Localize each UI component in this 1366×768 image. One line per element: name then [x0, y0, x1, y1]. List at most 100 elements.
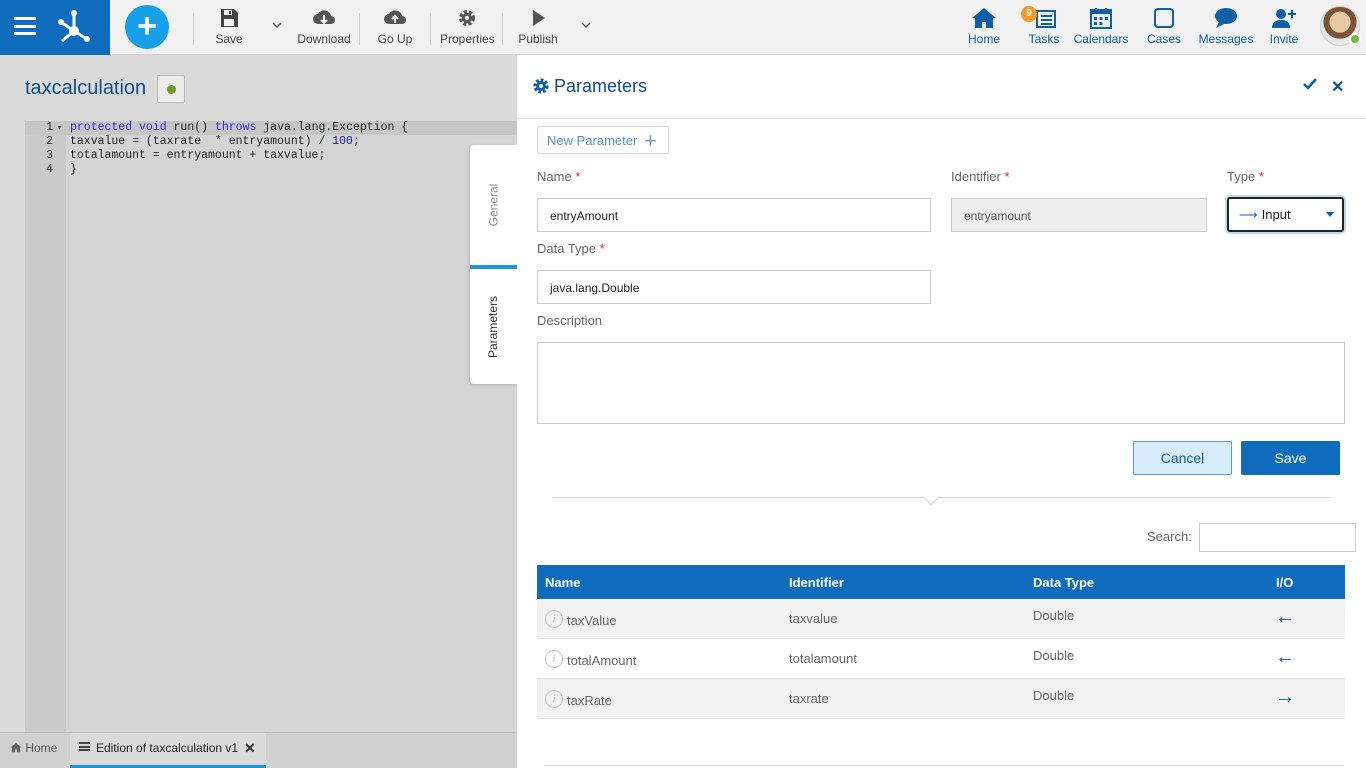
nav-invite[interactable]: Invite — [1266, 7, 1302, 46]
description-textarea[interactable] — [537, 342, 1345, 424]
bottom-tab-edition-label: Edition of taxcalculation v1 — [96, 741, 239, 755]
goup-tool-label: Go Up — [377, 32, 413, 46]
divider-notch — [922, 488, 940, 506]
row-datatype: Double — [1033, 608, 1075, 623]
info-icon[interactable]: i — [545, 610, 563, 628]
tab-general[interactable]: General — [470, 145, 517, 265]
download-tool-button[interactable]: Download — [297, 8, 351, 46]
chat-icon — [1215, 8, 1237, 28]
toolbar-separator — [502, 13, 503, 45]
check-icon[interactable] — [1303, 77, 1317, 91]
close-icon[interactable]: ✕ — [1331, 77, 1344, 97]
online-status-dot — [1349, 33, 1361, 45]
info-icon[interactable]: i — [545, 690, 563, 708]
panel-title: Parameters — [554, 76, 648, 96]
code-line[interactable]: 4} — [25, 163, 517, 177]
panel-divider — [517, 118, 1366, 119]
type-select[interactable]: ⟶ Input — [1227, 197, 1344, 232]
bottom-tab-home[interactable]: Home — [10, 741, 57, 755]
nav-tasks[interactable]: 9 Tasks — [1021, 6, 1062, 46]
menu-block — [0, 0, 110, 55]
arrow-right-icon: ⟶ — [1239, 207, 1258, 222]
fold-caret-icon[interactable]: ▾ — [53, 122, 66, 136]
table-row[interactable]: i taxValue taxvalue Double ← — [537, 599, 1345, 639]
panel-bottom-rule — [544, 765, 1344, 766]
line-number: 2 — [46, 135, 53, 148]
row-name: taxRate — [567, 693, 612, 708]
cancel-button[interactable]: Cancel — [1133, 441, 1232, 475]
nav-tasks-label: Tasks — [1028, 32, 1060, 46]
toolbar-separator — [359, 13, 360, 45]
line-number: 1 — [46, 121, 53, 134]
cloud-upload-icon — [384, 10, 406, 24]
page-title: taxcalculation — [25, 77, 147, 99]
nav-messages[interactable]: Messages — [1198, 7, 1254, 46]
nav-calendars[interactable]: Calendars — [1073, 7, 1129, 46]
name-field[interactable]: entryAmount — [537, 198, 931, 232]
tab-parameters-label: Parameters — [486, 295, 501, 358]
table-row[interactable]: i totalAmount totalamount Double ← — [537, 639, 1345, 679]
row-io-icon: → — [1275, 686, 1295, 708]
row-identifier: taxvalue — [789, 611, 838, 626]
properties-tool-button[interactable]: Properties — [440, 8, 495, 46]
gear-icon — [533, 78, 549, 94]
table-header: Name Identifier Data Type I/O — [537, 565, 1345, 599]
save-button[interactable]: Save — [1241, 441, 1340, 475]
tab-general-label: General — [486, 183, 501, 227]
bottom-tab-home-label: Home — [25, 741, 58, 755]
bottom-tab-edition[interactable]: Edition of taxcalculation v1 ✕ — [70, 733, 266, 768]
floppy-icon — [221, 9, 238, 27]
table-row[interactable]: i taxRate taxrate Double → — [537, 679, 1345, 719]
bottom-tab-bar: Home Edition of taxcalculation v1 ✕ — [0, 732, 517, 768]
tab-parameters[interactable]: Parameters — [470, 265, 517, 384]
save-tool-button[interactable]: Save — [214, 8, 244, 46]
chevron-down-icon[interactable] — [581, 21, 591, 29]
row-datatype: Double — [1033, 648, 1075, 663]
column-header-identifier[interactable]: Identifier — [789, 575, 844, 590]
code-editor[interactable]: 1 ▾ protected void run() throws java.lang.… — [25, 121, 517, 735]
code-line[interactable]: 3 totalamount = entryamount + taxvalue; — [25, 149, 517, 163]
row-identifier: taxrate — [789, 691, 829, 706]
search-input[interactable] — [1199, 523, 1356, 552]
status-button[interactable] — [157, 75, 185, 103]
tasks-badge: 9 — [1021, 6, 1037, 22]
plus-icon: + — [644, 128, 657, 153]
nav-cases[interactable]: Cases — [1145, 7, 1183, 46]
row-io-icon: ← — [1275, 646, 1295, 668]
list-icon — [79, 742, 90, 751]
row-io-icon: ← — [1275, 606, 1295, 628]
status-dot-icon — [167, 85, 176, 94]
download-tool-label: Download — [297, 32, 351, 46]
code-text: taxvalue = (taxrate * entryamount) / 100… — [70, 135, 360, 148]
add-button[interactable]: + — [125, 5, 169, 49]
nav-home[interactable]: Home — [966, 7, 1002, 46]
new-parameter-label: New Parameter — [547, 133, 638, 148]
nav-invite-label: Invite — [1269, 32, 1299, 46]
row-name: taxValue — [567, 613, 617, 628]
code-text: totalamount = entryamount + taxvalue; — [70, 149, 326, 162]
column-header-name[interactable]: Name — [545, 575, 580, 590]
identifier-field[interactable]: entryamount — [951, 198, 1207, 232]
code-line[interactable]: 1 ▾ protected void run() throws java.lang.… — [25, 121, 517, 135]
new-parameter-button[interactable]: New Parameter + — [537, 126, 669, 154]
chevron-down-icon[interactable] — [272, 21, 282, 29]
column-header-io[interactable]: I/O — [1276, 575, 1293, 590]
publish-tool-button[interactable]: Publish — [518, 8, 558, 46]
nav-home-label: Home — [967, 32, 1000, 46]
datatype-field[interactable]: java.lang.Double — [537, 270, 931, 304]
house-icon — [10, 742, 22, 753]
column-header-datatype[interactable]: Data Type — [1033, 575, 1094, 590]
code-line[interactable]: 2 taxvalue = (taxrate * entryamount) / 10… — [25, 135, 517, 149]
hamburger-icon[interactable] — [14, 17, 36, 35]
calendar-icon — [1090, 8, 1112, 29]
info-icon[interactable]: i — [545, 650, 563, 668]
play-icon — [533, 10, 545, 26]
plus-icon: + — [137, 7, 157, 45]
app-logo-icon[interactable] — [56, 9, 92, 45]
description-label: Description — [537, 313, 603, 328]
goup-tool-button[interactable]: Go Up — [375, 8, 415, 46]
nav-calendars-label: Calendars — [1073, 32, 1129, 46]
close-tab-icon[interactable]: ✕ — [244, 740, 256, 757]
identifier-label: Identifier * — [951, 169, 1010, 184]
datatype-label: Data Type * — [537, 241, 605, 256]
